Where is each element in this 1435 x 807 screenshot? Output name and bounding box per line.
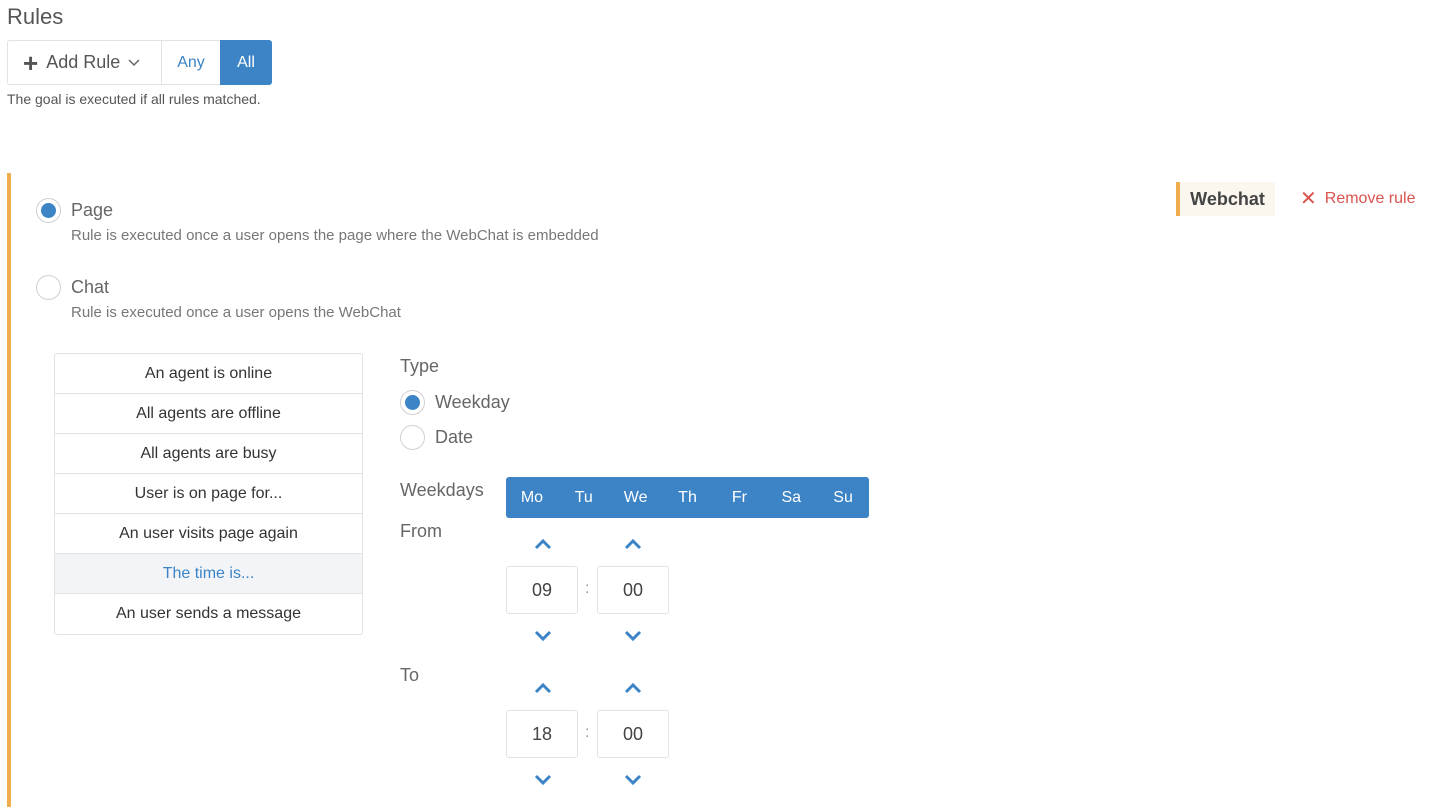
day-sa[interactable]: Sa	[765, 477, 817, 518]
condition-list: An agent is online All agents are offlin…	[54, 353, 363, 635]
goal-description: The goal is executed if all rules matche…	[7, 91, 261, 107]
day-mo[interactable]: Mo	[506, 477, 558, 518]
match-mode-button-group: + Add Rule Any All	[7, 40, 272, 85]
condition-user-sends-message[interactable]: An user sends a message	[55, 594, 362, 634]
from-time-separator: :	[585, 580, 590, 597]
date-radio-label: Date	[435, 427, 474, 447]
from-hour-input[interactable]: 09	[506, 566, 578, 614]
weekdays-label: Weekdays	[400, 480, 484, 500]
add-rule-button[interactable]: + Add Rule	[7, 40, 161, 85]
to-time-separator: :	[585, 724, 590, 741]
all-button[interactable]: All	[220, 40, 272, 85]
condition-time-is[interactable]: The time is...	[55, 554, 362, 594]
day-th[interactable]: Th	[662, 477, 714, 518]
to-hour-input[interactable]: 18	[506, 710, 578, 758]
day-su[interactable]: Su	[817, 477, 869, 518]
to-minute-up-chevron-up-icon[interactable]	[623, 681, 643, 695]
from-minute-up-chevron-up-icon[interactable]	[623, 537, 643, 551]
condition-user-visits-again[interactable]: An user visits page again	[55, 514, 362, 554]
day-fr[interactable]: Fr	[713, 477, 765, 518]
rule-accent-border	[7, 173, 11, 807]
chevron-down-icon	[128, 58, 140, 66]
condition-agents-offline[interactable]: All agents are offline	[55, 394, 362, 434]
from-minute-down-chevron-down-icon[interactable]	[623, 629, 643, 643]
from-hour-down-chevron-down-icon[interactable]	[533, 629, 553, 643]
condition-user-on-page[interactable]: User is on page for...	[55, 474, 362, 514]
to-hour-up-chevron-up-icon[interactable]	[533, 681, 553, 695]
day-we[interactable]: We	[610, 477, 662, 518]
plus-icon: +	[23, 47, 39, 78]
from-minute-input[interactable]: 00	[597, 566, 669, 614]
chat-radio-label: Chat	[71, 277, 110, 297]
page-title: Rules	[7, 4, 64, 29]
date-radio[interactable]	[400, 425, 425, 450]
to-hour-down-chevron-down-icon[interactable]	[533, 773, 553, 787]
page-radio-label: Page	[71, 200, 114, 220]
chat-radio-description: Rule is executed once a user opens the W…	[71, 304, 401, 321]
condition-agent-online[interactable]: An agent is online	[55, 354, 362, 394]
condition-agents-busy[interactable]: All agents are busy	[55, 434, 362, 474]
remove-rule-label: Remove rule	[1324, 190, 1416, 207]
to-label: To	[400, 665, 420, 685]
weekday-selector: Mo Tu We Th Fr Sa Su	[506, 477, 869, 518]
page-radio[interactable]	[36, 198, 61, 223]
weekday-radio[interactable]	[400, 390, 425, 415]
day-tu[interactable]: Tu	[558, 477, 610, 518]
to-minute-input[interactable]: 00	[597, 710, 669, 758]
weekday-radio-label: Weekday	[435, 392, 510, 412]
webchat-badge: Webchat	[1176, 182, 1275, 216]
close-icon: ✕	[1300, 188, 1317, 210]
from-label: From	[400, 521, 442, 541]
add-rule-label: Add Rule	[46, 52, 121, 72]
any-button[interactable]: Any	[161, 40, 220, 85]
from-hour-up-chevron-up-icon[interactable]	[533, 537, 553, 551]
page-radio-description: Rule is executed once a user opens the p…	[71, 227, 599, 244]
remove-rule-button[interactable]: ✕ Remove rule	[1300, 189, 1415, 209]
to-minute-down-chevron-down-icon[interactable]	[623, 773, 643, 787]
type-label: Type	[400, 356, 440, 376]
chat-radio[interactable]	[36, 275, 61, 300]
